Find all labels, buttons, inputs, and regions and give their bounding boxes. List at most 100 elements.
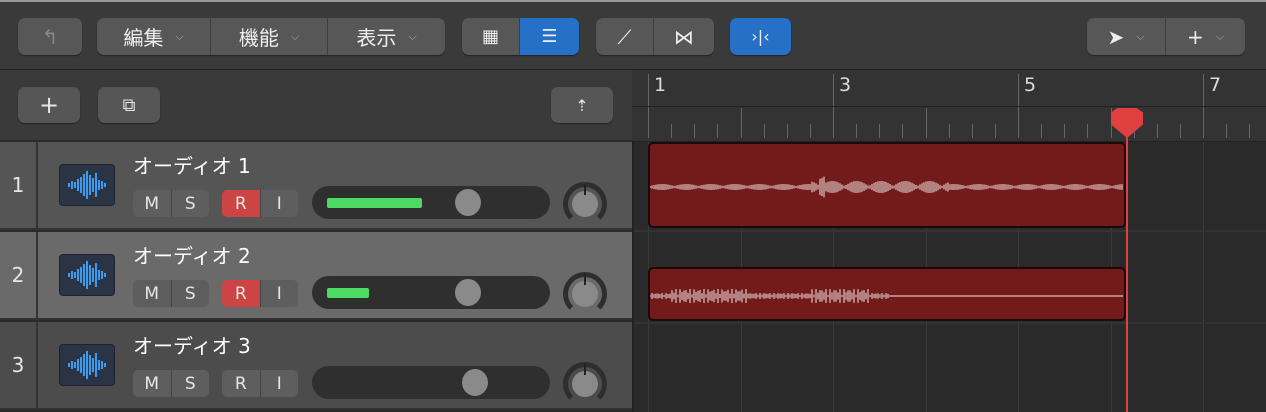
chevron-down-icon: ⌵ — [408, 29, 417, 43]
menu-group: 編集 ⌵ 機能 ⌵ 表示 ⌵ — [97, 18, 445, 55]
record-input-group: RI — [222, 190, 298, 217]
menu-label: 表示 — [356, 26, 397, 50]
arrange-area[interactable] — [632, 142, 1266, 412]
ruler-tick — [948, 124, 950, 138]
ruler-tick — [879, 124, 881, 138]
audio-waveform-icon — [59, 344, 115, 386]
automation-icon: ⟋ — [617, 24, 632, 49]
ruler-tick — [786, 124, 788, 138]
ruler-tick — [902, 124, 904, 138]
volume-fader-knob[interactable] — [454, 189, 481, 216]
automation-button[interactable]: ⟋ — [596, 18, 654, 55]
level-meter — [327, 198, 422, 208]
chevron-down-icon: ⌵ — [1136, 29, 1145, 43]
tool-group: ➤ ⌵ + ⌵ — [1087, 18, 1245, 55]
track-row[interactable]: 1 オーディオ 1 MS RI — [0, 142, 632, 230]
mute-button[interactable]: M — [133, 190, 172, 217]
ruler-tick — [1249, 124, 1251, 138]
mute-solo-group: MS — [133, 370, 209, 397]
chevron-down-icon: ⌵ — [290, 29, 300, 43]
track-name[interactable]: オーディオ 1 — [133, 150, 251, 179]
list-icon: ☰ — [541, 26, 558, 47]
back-button[interactable]: ↰ — [18, 18, 82, 55]
volume-fader-knob[interactable] — [461, 369, 488, 396]
record-input-group: RI — [222, 370, 298, 397]
ruler[interactable]: 1 3 5 7 — [632, 70, 1266, 142]
audio-region[interactable] — [648, 267, 1126, 321]
menu-functions[interactable]: 機能 ⌵ — [211, 18, 328, 55]
ruler-tick — [971, 124, 973, 138]
crosshair-tool-button[interactable]: + ⌵ — [1166, 18, 1245, 55]
mute-solo-group: MS — [133, 280, 209, 307]
collapse-button[interactable]: ⇡ — [551, 87, 613, 123]
ruler-tick — [994, 124, 996, 138]
ruler-tick — [694, 124, 696, 138]
audio-region[interactable] — [648, 142, 1126, 228]
record-enable-button[interactable]: R — [222, 370, 261, 397]
volume-fader-knob[interactable] — [454, 279, 481, 306]
crosshair-icon: + — [1186, 24, 1204, 49]
level-meter — [327, 288, 369, 298]
grid-icon: ▦ — [481, 26, 499, 47]
track-header-bar: + ⧉ ⇡ — [0, 70, 632, 142]
chevron-down-icon: ⌵ — [1215, 29, 1225, 43]
ruler-tick — [1064, 124, 1066, 138]
crossfade-button[interactable]: ⋈ — [654, 18, 714, 55]
waveform — [650, 176, 1123, 198]
track-name[interactable]: オーディオ 3 — [133, 330, 251, 359]
grid-view-button[interactable]: ▦ — [462, 18, 520, 55]
bar-number: 1 — [654, 74, 667, 96]
menu-label: 機能 — [238, 26, 279, 50]
track-number: 2 — [0, 232, 38, 318]
volume-slider[interactable] — [312, 276, 550, 309]
waveform — [650, 289, 1123, 303]
pointer-icon: ➤ — [1107, 24, 1125, 49]
pan-knob[interactable] — [563, 272, 607, 316]
pan-knob[interactable] — [563, 182, 607, 226]
ruler-tick — [925, 108, 927, 138]
record-enable-button[interactable]: R — [222, 280, 261, 307]
duplicate-track-button[interactable]: ⧉ — [98, 87, 160, 123]
chevron-down-icon: ⌵ — [175, 29, 184, 43]
ruler-tick — [763, 124, 765, 138]
grid-line — [1203, 142, 1204, 412]
automation-group: ⟋ ⋈ — [596, 18, 714, 55]
track-row[interactable]: 2 オーディオ 2 MS RI — [0, 232, 632, 320]
ruler-tick — [740, 108, 742, 138]
solo-button[interactable]: S — [172, 280, 210, 307]
menu-edit[interactable]: 編集 ⌵ — [97, 18, 211, 55]
track-number: 3 — [0, 322, 38, 408]
playhead-line[interactable] — [1126, 108, 1128, 412]
volume-slider[interactable] — [312, 186, 550, 219]
track-row[interactable]: 3 オーディオ 3 MS RI — [0, 322, 632, 410]
input-monitor-button[interactable]: I — [261, 280, 299, 307]
view-toggle: ▦ ☰ — [462, 18, 579, 55]
ruler-tick — [717, 124, 719, 138]
ruler-tick — [1087, 124, 1089, 138]
mute-button[interactable]: M — [133, 370, 172, 397]
crossfade-icon: ⋈ — [674, 24, 694, 49]
snap-button[interactable]: ›|‹ — [730, 18, 791, 55]
duplicate-plus-icon: ⧉ — [122, 94, 136, 116]
track-number: 1 — [0, 142, 38, 228]
pan-knob[interactable] — [563, 362, 607, 406]
bar-number: 5 — [1024, 74, 1037, 96]
record-input-group: RI — [222, 280, 298, 307]
back-arrow-icon: ↰ — [41, 24, 59, 49]
ruler-tick — [1179, 124, 1181, 138]
menu-view[interactable]: 表示 ⌵ — [328, 18, 445, 55]
input-monitor-button[interactable]: I — [261, 370, 299, 397]
mute-solo-group: MS — [133, 190, 209, 217]
solo-button[interactable]: S — [172, 190, 210, 217]
mute-button[interactable]: M — [133, 280, 172, 307]
solo-button[interactable]: S — [172, 370, 210, 397]
volume-slider[interactable] — [312, 366, 550, 399]
ruler-tick — [1156, 124, 1158, 138]
pointer-tool-button[interactable]: ➤ ⌵ — [1087, 18, 1166, 55]
list-view-button[interactable]: ☰ — [520, 18, 579, 55]
ruler-tick — [1226, 124, 1228, 138]
record-enable-button[interactable]: R — [222, 190, 261, 217]
input-monitor-button[interactable]: I — [261, 190, 299, 217]
track-name[interactable]: オーディオ 2 — [133, 240, 251, 269]
add-track-button[interactable]: + — [18, 87, 80, 123]
